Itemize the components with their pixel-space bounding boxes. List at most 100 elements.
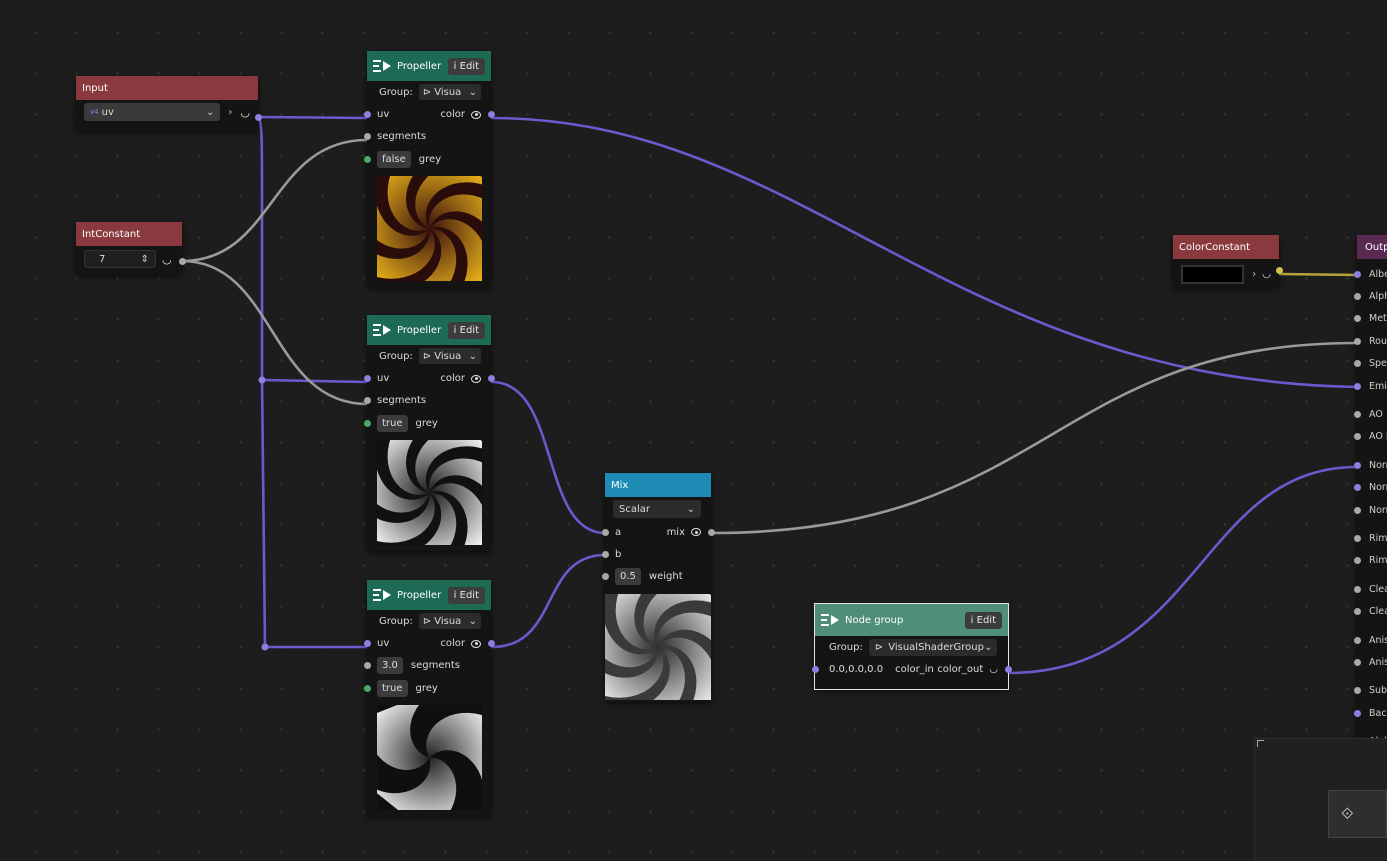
group-select[interactable]: ⊳ VisualShaderGroup ⌄	[868, 638, 997, 656]
segments-value-field[interactable]: 3.0	[377, 657, 403, 675]
color-output-port[interactable]	[487, 640, 495, 648]
color-swatch[interactable]	[1181, 265, 1245, 284]
mix-mode-select[interactable]: Scalar ⌄	[613, 500, 701, 518]
int-output-port[interactable]	[178, 257, 186, 265]
eye-icon[interactable]	[471, 110, 481, 119]
grey-value-field[interactable]: true	[377, 679, 408, 697]
output-input-port[interactable]	[1353, 506, 1361, 514]
propeller-node-3[interactable]: Propeller ⅰ Edit Group: ⊳ Visua ⌄ uv col…	[363, 580, 495, 816]
group-select[interactable]: ⊳ Visua ⌄	[418, 613, 481, 630]
expand-arrow-icon[interactable]: ›	[1252, 269, 1256, 280]
uv-color-row: uv color	[363, 367, 495, 389]
propeller-node-1[interactable]: Propeller ⅰ Edit Group: ⊳ Visua ⌄ uv col…	[363, 51, 495, 287]
output-input-port[interactable]	[1353, 687, 1361, 695]
output-input-port[interactable]	[1353, 411, 1361, 419]
color-output-port[interactable]	[487, 111, 495, 119]
output-input-port[interactable]	[1353, 293, 1361, 301]
a-input-port[interactable]	[601, 528, 609, 536]
node-group-node[interactable]: Node group ⅰ Edit Group: ⊳ VisualShaderG…	[811, 603, 1012, 690]
uv-output-port[interactable]	[254, 113, 262, 121]
node-header[interactable]: Input	[76, 76, 258, 100]
expand-icon: ⟐	[1341, 804, 1354, 823]
node-header[interactable]: Outp	[1357, 235, 1387, 259]
edit-button[interactable]: ⅰ Edit	[447, 586, 485, 604]
edit-button[interactable]: ⅰ Edit	[447, 57, 485, 75]
reroute-dot	[258, 376, 266, 384]
output-input-port[interactable]	[1353, 585, 1361, 593]
propeller-node-2[interactable]: Propeller ⅰ Edit Group: ⊳ Visua ⌄ uv col…	[363, 315, 495, 551]
color-in-port[interactable]	[811, 666, 819, 674]
output-input-port[interactable]	[1353, 534, 1361, 542]
node-header[interactable]: Mix	[605, 473, 711, 497]
output-input-port[interactable]	[1353, 433, 1361, 441]
eye-toggle-icon[interactable]: ◡	[240, 106, 250, 119]
pin-icon: ⅰ	[453, 324, 457, 336]
int-spinbox[interactable]: 7 ⇕	[84, 250, 156, 268]
color-output-port[interactable]	[487, 375, 495, 383]
eye-icon[interactable]	[691, 528, 701, 537]
node-header[interactable]: Propeller ⅰ Edit	[367, 580, 491, 610]
mix-node[interactable]: Mix Scalar ⌄ a mix b 0.5 weight	[601, 473, 715, 702]
output-port-label: Anis	[1369, 634, 1387, 646]
grey-value-field[interactable]: false	[377, 150, 411, 168]
expand-arrow-icon[interactable]: ›	[228, 107, 232, 118]
weight-value-field[interactable]: 0.5	[615, 568, 641, 586]
eye-toggle-icon[interactable]: ◡	[162, 253, 172, 266]
grey-value-field[interactable]: true	[377, 414, 408, 432]
mix-output-port[interactable]	[707, 528, 715, 536]
eye-icon[interactable]	[471, 639, 481, 648]
eye-toggle-icon[interactable]: ◡	[1262, 269, 1271, 280]
output-input-port[interactable]	[1353, 484, 1361, 492]
output-input-port[interactable]	[1353, 461, 1361, 469]
output-port-row: Subs	[1353, 680, 1387, 702]
output-input-port[interactable]	[1353, 608, 1361, 616]
output-port-row: Clea	[1353, 578, 1387, 600]
edit-button[interactable]: ⅰ Edit	[447, 321, 485, 339]
colorconstant-node[interactable]: ColorConstant › ◡	[1173, 235, 1283, 287]
chevron-down-icon: ⌄	[468, 86, 477, 98]
node-header[interactable]: Node group ⅰ Edit	[815, 604, 1008, 636]
eye-toggle-icon[interactable]: ◡	[989, 664, 998, 675]
pin-icon: ⅰ	[970, 614, 974, 626]
spin-arrows-icon[interactable]: ⇕	[141, 254, 149, 265]
group-select[interactable]: ⊳ Visua ⌄	[418, 348, 481, 365]
output-input-port[interactable]	[1353, 636, 1361, 644]
output-port-label: Rim	[1369, 555, 1387, 567]
chevron-down-icon: ⌄	[983, 641, 993, 653]
node-header[interactable]: IntConstant	[76, 222, 182, 246]
output-port-row: Spec	[1353, 353, 1387, 375]
output-port-row: Rim	[1353, 550, 1387, 572]
grey-input-port[interactable]	[363, 155, 371, 163]
group-select[interactable]: ⊳ Visua ⌄	[418, 84, 481, 101]
output-input-port[interactable]	[1353, 270, 1361, 278]
output-input-port[interactable]	[1353, 658, 1361, 666]
grey-input-port[interactable]	[363, 419, 371, 427]
uv-input-port[interactable]	[363, 375, 371, 383]
minimap-resize-handle[interactable]	[1257, 740, 1264, 747]
output-input-port[interactable]	[1353, 360, 1361, 368]
node-header[interactable]: Propeller ⅰ Edit	[367, 315, 491, 345]
uv-input-port[interactable]	[363, 111, 371, 119]
chevron-down-icon: ⌄	[468, 350, 477, 362]
node-header[interactable]: ColorConstant	[1173, 235, 1279, 259]
output-input-port[interactable]	[1353, 557, 1361, 565]
input-node[interactable]: Input v4 uv ⌄ › ◡	[76, 76, 262, 130]
color-in-value[interactable]: 0.0,0.0,0.0	[829, 664, 883, 675]
reroute-dot	[261, 643, 269, 651]
output-port-row: Norr	[1353, 454, 1387, 476]
output-input-port[interactable]	[1353, 709, 1361, 717]
node-header[interactable]: Propeller ⅰ Edit	[367, 51, 491, 81]
input-type-select[interactable]: v4 uv ⌄	[84, 103, 221, 121]
intconstant-node[interactable]: IntConstant 7 ⇕ ◡	[76, 222, 186, 274]
color-out-port[interactable]	[1004, 666, 1012, 674]
grey-input-port[interactable]	[363, 684, 371, 692]
uv-input-port[interactable]	[363, 640, 371, 648]
floating-tool-button[interactable]: ⟐	[1328, 790, 1387, 838]
color-output-port[interactable]	[1275, 266, 1283, 274]
b-input-port[interactable]	[601, 551, 609, 559]
output-input-port[interactable]	[1353, 382, 1361, 390]
output-input-port[interactable]	[1353, 337, 1361, 345]
edit-button[interactable]: ⅰ Edit	[964, 611, 1002, 629]
eye-icon[interactable]	[471, 374, 481, 383]
preview-image	[605, 594, 711, 701]
